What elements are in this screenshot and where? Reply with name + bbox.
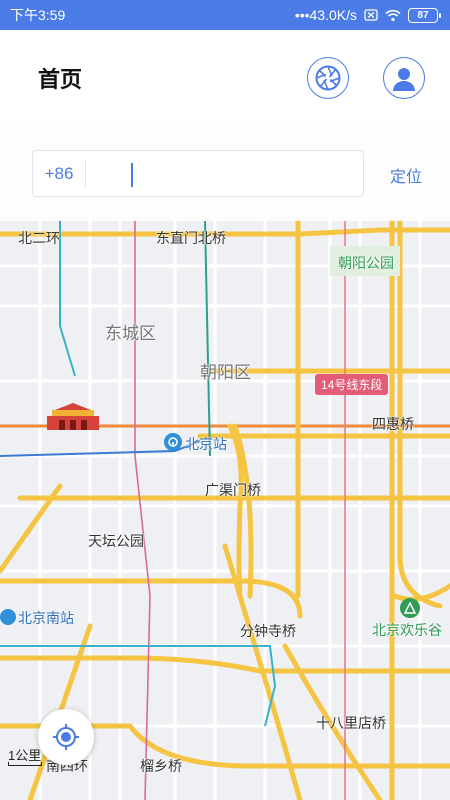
profile-button[interactable]: [383, 57, 425, 99]
phone-input-card: +86: [32, 150, 364, 197]
locate-button[interactable]: 定位: [390, 163, 422, 187]
map-label-dongzhimen: 东直门北桥: [156, 230, 226, 246]
map-label-beijing-station: 北京站: [185, 436, 227, 452]
map-label-guangqumen: 广渠门桥: [205, 482, 261, 498]
page-title: 首页: [38, 67, 83, 92]
app-header: 首页: [0, 30, 450, 126]
status-time: 下午3:59: [10, 7, 66, 23]
map-label-happy-valley: 北京欢乐谷: [372, 622, 442, 638]
map-label-sihuiqiao: 四惠桥: [372, 416, 414, 432]
my-location-button[interactable]: [38, 709, 94, 765]
map-label-fenzhongsi: 分钟寺桥: [240, 623, 296, 639]
metro-line-badge: 14号线东段: [315, 374, 389, 395]
map-label-beijing-south: 北京南站: [18, 610, 74, 626]
railway-station-icon: [164, 433, 182, 451]
wifi-icon: [385, 9, 401, 22]
sim-icon: [364, 9, 378, 21]
map-view[interactable]: 北二环 东直门北桥 朝阳公园 东城区 朝阳区 14号线东段 四惠桥 北京站 广渠…: [0, 126, 450, 800]
text-cursor: [131, 163, 133, 187]
phone-number-input[interactable]: [86, 151, 363, 196]
aperture-button[interactable]: [307, 57, 349, 99]
user-avatar-icon: [393, 68, 415, 91]
country-code-selector[interactable]: +86: [33, 164, 85, 184]
map-scale-bar: [8, 762, 42, 766]
map-label-shibalidian: 十八里店桥: [316, 715, 386, 731]
map-label-chaoyang: 朝阳区: [200, 363, 251, 382]
network-speed: •••43.0K/s: [294, 7, 357, 23]
map-label-chaoyang-park: 朝阳公园: [338, 255, 394, 271]
park-icon: [400, 598, 420, 618]
map-label-tiantan: 天坛公园: [88, 533, 144, 549]
railway-station-south-icon: [0, 609, 16, 625]
crosshair-icon: [53, 724, 79, 750]
status-bar: 下午3:59 •••43.0K/s 87: [0, 0, 450, 30]
map-label-liuxiang: 榴乡桥: [140, 758, 182, 774]
map-label-beierhuan: 北二环: [18, 230, 60, 246]
map-label-dongcheng: 东城区: [105, 324, 156, 343]
aperture-icon: [315, 65, 341, 91]
battery-icon: 87: [408, 7, 441, 23]
